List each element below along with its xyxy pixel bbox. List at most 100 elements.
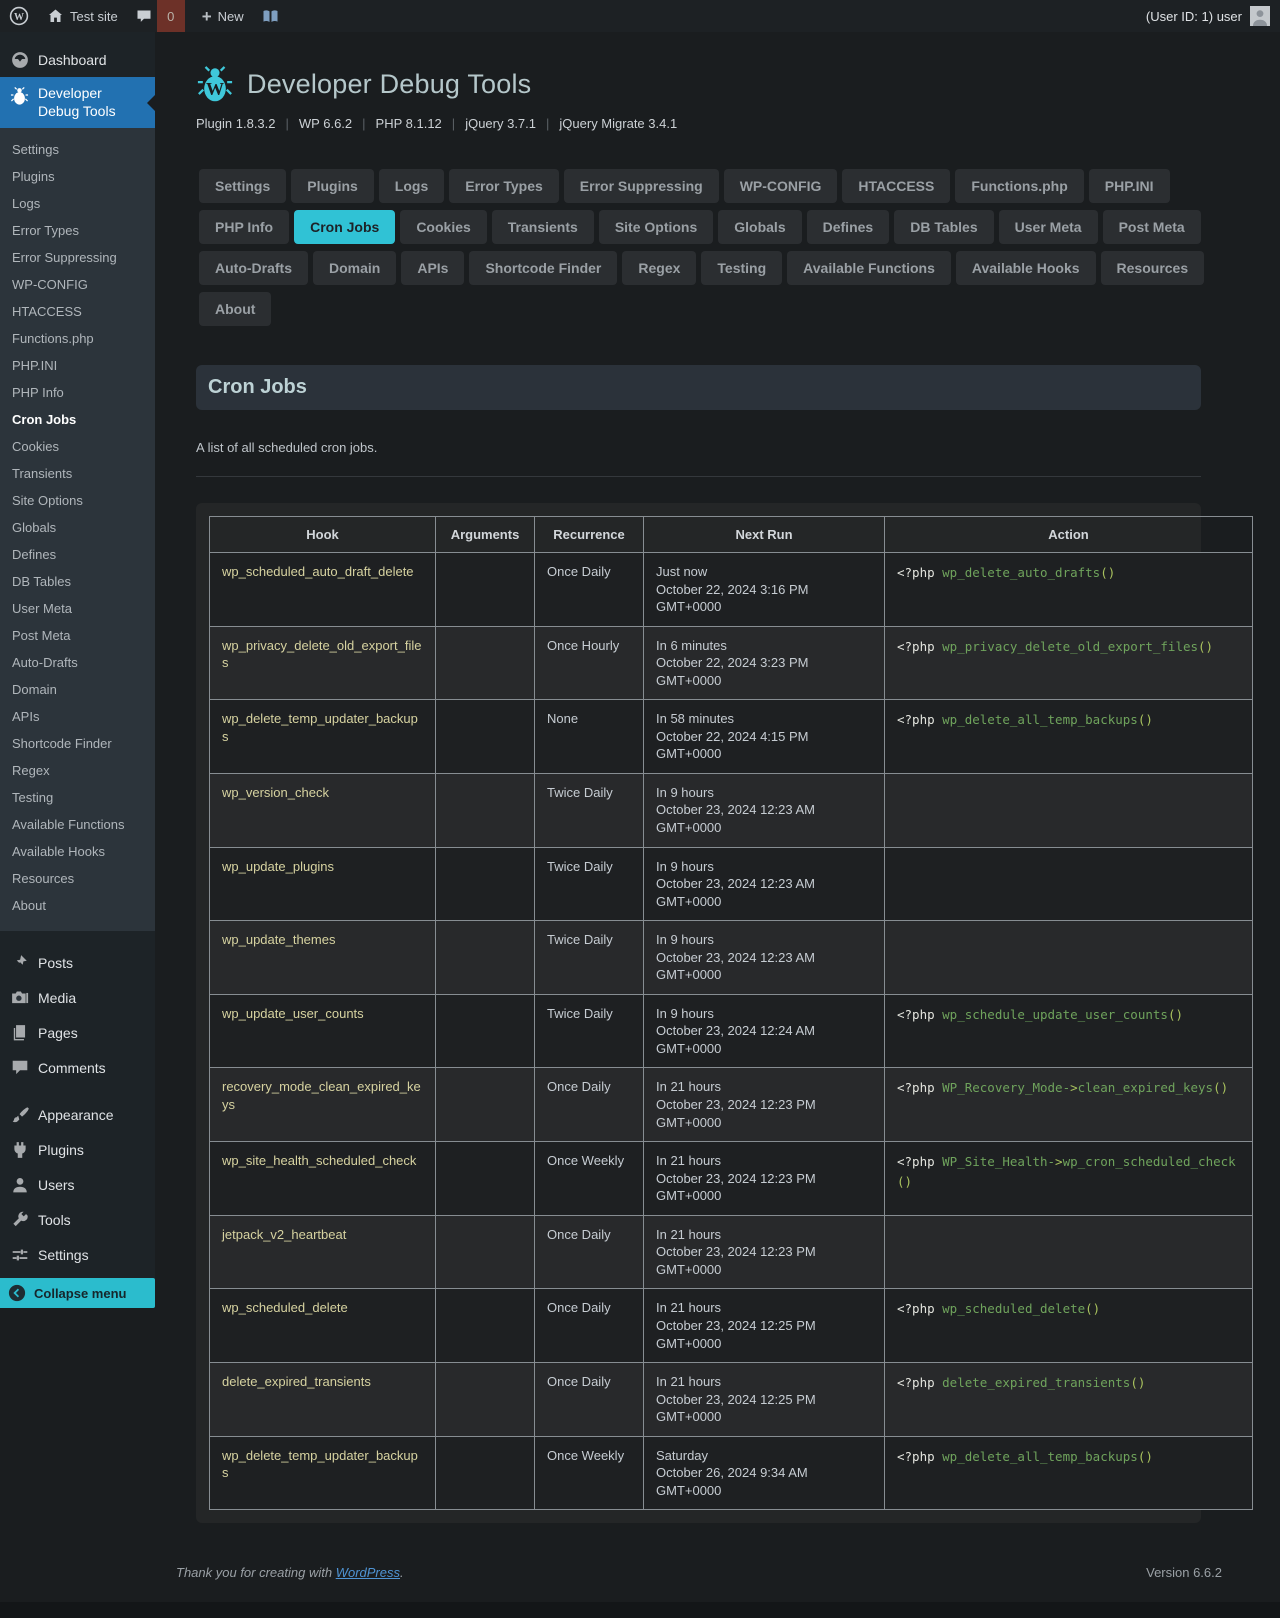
tab-php-info[interactable]: PHP Info (199, 210, 289, 244)
sidebar-subitem-db-tables[interactable]: DB Tables (0, 568, 155, 595)
tab-functions-php[interactable]: Functions.php (955, 169, 1083, 203)
sidebar-subitem-testing[interactable]: Testing (0, 784, 155, 811)
hook-cell: wp_version_check (210, 773, 436, 847)
sidebar-item-media[interactable]: Media (0, 980, 155, 1015)
arguments-cell (436, 1436, 535, 1510)
sidebar-subitem-available-functions[interactable]: Available Functions (0, 811, 155, 838)
column-header-next-run: Next Run (644, 517, 885, 553)
sidebar-subitem-user-meta[interactable]: User Meta (0, 595, 155, 622)
sidebar-subitem-plugins[interactable]: Plugins (0, 163, 155, 190)
admin-bar-account[interactable]: (User ID: 1) user (1146, 6, 1280, 26)
comment-count-badge[interactable]: 0 (157, 0, 185, 32)
tab-regex[interactable]: Regex (622, 251, 696, 285)
sidebar-subitem-wp-config[interactable]: WP-CONFIG (0, 271, 155, 298)
tab-about[interactable]: About (199, 292, 271, 326)
sidebar-subitem-shortcode-finder[interactable]: Shortcode Finder (0, 730, 155, 757)
tab-transients[interactable]: Transients (492, 210, 594, 244)
meta-separator: | (286, 116, 289, 131)
tabs-row: Auto-DraftsDomainAPIsShortcode FinderReg… (199, 251, 1211, 292)
sidebar-item-users[interactable]: Users (0, 1167, 155, 1202)
sidebar-item-settings[interactable]: Settings (0, 1237, 155, 1272)
action-cell: <?php wp_privacy_delete_old_export_files… (885, 626, 1253, 700)
action-cell: <?php WP_Recovery_Mode->clean_expired_ke… (885, 1068, 1253, 1142)
tab-cron-jobs[interactable]: Cron Jobs (294, 210, 395, 244)
sidebar-subitem-globals[interactable]: Globals (0, 514, 155, 541)
sidebar-item-pages[interactable]: Pages (0, 1015, 155, 1050)
sidebar-subitem-site-options[interactable]: Site Options (0, 487, 155, 514)
tab-resources[interactable]: Resources (1101, 251, 1205, 285)
wordpress-logo-icon[interactable]: W (0, 0, 38, 32)
tab-testing[interactable]: Testing (701, 251, 782, 285)
tab-apis[interactable]: APIs (401, 251, 464, 285)
tab-php-ini[interactable]: PHP.INI (1089, 169, 1170, 203)
tab-settings[interactable]: Settings (199, 169, 286, 203)
book-icon[interactable] (253, 0, 288, 32)
tab-error-types[interactable]: Error Types (449, 169, 559, 203)
next-run-cell: In 9 hoursOctober 23, 2024 12:23 AMGMT+0… (644, 847, 885, 921)
admin-comments-link[interactable] (127, 0, 157, 32)
admin-layout: Dashboard Developer Debug Tools Settings… (0, 32, 1280, 1592)
sidebar-subitem-cron-jobs[interactable]: Cron Jobs (0, 406, 155, 433)
sidebar-subitem-cookies[interactable]: Cookies (0, 433, 155, 460)
sidebar-item-posts[interactable]: Posts (0, 945, 155, 980)
sidebar-subitem-resources[interactable]: Resources (0, 865, 155, 892)
sidebar-subitem-apis[interactable]: APIs (0, 703, 155, 730)
recurrence-cell: Once Hourly (535, 626, 644, 700)
sidebar-subitem-post-meta[interactable]: Post Meta (0, 622, 155, 649)
tab-available-functions[interactable]: Available Functions (787, 251, 951, 285)
tab-post-meta[interactable]: Post Meta (1103, 210, 1201, 244)
sidebar-subitem-domain[interactable]: Domain (0, 676, 155, 703)
tab-shortcode-finder[interactable]: Shortcode Finder (469, 251, 617, 285)
meta-item: jQuery Migrate 3.4.1 (559, 116, 677, 131)
sidebar-subitem-php-ini[interactable]: PHP.INI (0, 352, 155, 379)
tab-available-hooks[interactable]: Available Hooks (956, 251, 1096, 285)
sidebar-item-developer-debug-tools[interactable]: Developer Debug Tools (0, 77, 155, 128)
sidebar-subitem-htaccess[interactable]: HTACCESS (0, 298, 155, 325)
sidebar-subitem-functions-php[interactable]: Functions.php (0, 325, 155, 352)
tab-defines[interactable]: Defines (807, 210, 890, 244)
sidebar-subitem-php-info[interactable]: PHP Info (0, 379, 155, 406)
sidebar-subitem-available-hooks[interactable]: Available Hooks (0, 838, 155, 865)
sidebar-subitem-about[interactable]: About (0, 892, 155, 919)
collapse-arrow-icon (8, 1284, 26, 1302)
sidebar-subitem-settings[interactable]: Settings (0, 136, 155, 163)
wrench-icon (10, 1210, 29, 1229)
sidebar-item-tools[interactable]: Tools (0, 1202, 155, 1237)
sidebar-subitem-transients[interactable]: Transients (0, 460, 155, 487)
new-content-button[interactable]: + New (193, 0, 253, 32)
sidebar-item-comments[interactable]: Comments (0, 1050, 155, 1085)
tab-cookies[interactable]: Cookies (400, 210, 486, 244)
tab-wp-config[interactable]: WP-CONFIG (724, 169, 838, 203)
tab-user-meta[interactable]: User Meta (999, 210, 1098, 244)
recurrence-cell: Twice Daily (535, 921, 644, 995)
tab-db-tables[interactable]: DB Tables (894, 210, 993, 244)
tab-auto-drafts[interactable]: Auto-Drafts (199, 251, 308, 285)
sidebar-subitem-logs[interactable]: Logs (0, 190, 155, 217)
svg-text:W: W (14, 12, 24, 23)
tab-domain[interactable]: Domain (313, 251, 396, 285)
plugin-submenu: SettingsPluginsLogsError TypesError Supp… (0, 128, 155, 931)
meta-separator: | (452, 116, 455, 131)
sidebar-subitem-regex[interactable]: Regex (0, 757, 155, 784)
sidebar-subitem-error-suppressing[interactable]: Error Suppressing (0, 244, 155, 271)
action-cell: <?php wp_delete_auto_drafts() (885, 553, 1253, 627)
tab-site-options[interactable]: Site Options (599, 210, 713, 244)
hook-cell: jetpack_v2_heartbeat (210, 1215, 436, 1289)
user-icon (10, 1175, 29, 1194)
tab-error-suppressing[interactable]: Error Suppressing (564, 169, 719, 203)
wordpress-link[interactable]: WordPress (336, 1565, 400, 1580)
sidebar-subitem-error-types[interactable]: Error Types (0, 217, 155, 244)
sidebar-item-plugins[interactable]: Plugins (0, 1132, 155, 1167)
sidebar-subitem-defines[interactable]: Defines (0, 541, 155, 568)
tab-plugins[interactable]: Plugins (291, 169, 374, 203)
tab-logs[interactable]: Logs (379, 169, 444, 203)
tab-htaccess[interactable]: HTACCESS (842, 169, 950, 203)
tab-globals[interactable]: Globals (718, 210, 801, 244)
sidebar-item-appearance[interactable]: Appearance (0, 1097, 155, 1132)
dashboard-icon (10, 50, 29, 69)
collapse-menu-button[interactable]: Collapse menu (0, 1278, 155, 1308)
sidebar-subitem-auto-drafts[interactable]: Auto-Drafts (0, 649, 155, 676)
sidebar-item-dashboard[interactable]: Dashboard (0, 42, 155, 77)
site-name-link[interactable]: Test site (38, 0, 127, 32)
arguments-cell (436, 773, 535, 847)
